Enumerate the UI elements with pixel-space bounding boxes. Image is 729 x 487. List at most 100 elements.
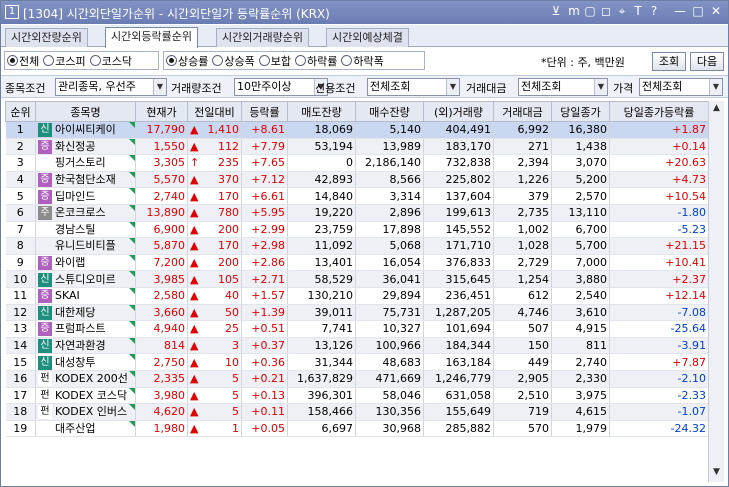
window-title: [1304] 시간외단일가순위 - 시간외단일가 등락률순위 (KRX) bbox=[23, 7, 330, 21]
stock-badge: 펀 bbox=[38, 372, 52, 387]
radio-sort-rise-amount[interactable]: 상승폭 bbox=[212, 53, 255, 69]
scroll-up-icon[interactable]: ▲ bbox=[711, 103, 722, 113]
tab-afterhours-rate[interactable]: 시간외등락률순위 bbox=[105, 27, 198, 48]
col-header-bid[interactable]: 매수잔량 bbox=[355, 101, 424, 122]
corner-marker-icon bbox=[129, 138, 135, 145]
col-header-close-rate[interactable]: 당일종가등락률 bbox=[609, 101, 709, 122]
tab-afterhours-expected[interactable]: 시간외예상체결 bbox=[326, 28, 409, 47]
cell-close: 811 bbox=[551, 337, 610, 355]
pin-icon[interactable]: ⌖ bbox=[615, 4, 629, 19]
cell-amount: 6,992 bbox=[493, 121, 552, 139]
minimize-icon[interactable]: — bbox=[673, 4, 687, 18]
radio-sort-fall-rate[interactable]: 하락률 bbox=[295, 53, 337, 69]
stock-name: 대주산업 bbox=[55, 421, 96, 435]
col-header-ask[interactable]: 매도잔량 bbox=[287, 101, 356, 122]
stock-name: 스튜디오미르 bbox=[55, 272, 116, 286]
cell-volume: 171,710 bbox=[423, 237, 494, 255]
radio-sort-fall-amount[interactable]: 하락폭 bbox=[341, 53, 384, 69]
volume-condition-select[interactable]: 10만주이상 ▼ bbox=[234, 78, 328, 96]
table-row[interactable]: 13 증 프럼파스트 4,940 ▲ 25 +0.51 7,741 10,327 101,694 5… bbox=[5, 320, 709, 338]
col-header-change[interactable]: 전일대비 bbox=[187, 101, 242, 122]
cell-close-rate: +1.87 bbox=[609, 121, 709, 139]
radio-market-kospi[interactable]: 코스피 bbox=[43, 53, 86, 69]
credit-condition-select[interactable]: 전체조회 ▼ bbox=[367, 78, 460, 96]
table-row[interactable]: 6 주 온코크로스 13,890 ▲ 780 +5.95 19,220 2,896 199,613… bbox=[5, 204, 709, 222]
title-bar[interactable]: 1 [1304] 시간외단일가순위 - 시간외단일가 등락률순위 (KRX) ⊻… bbox=[1, 1, 728, 24]
tab-afterhours-volume[interactable]: 시간외거래량순위 bbox=[216, 28, 309, 47]
cell-bid: 130,356 bbox=[355, 403, 424, 421]
table-row[interactable]: 7 경남스틸 6,900 ▲ 200 +2.99 23,759 17,898 145,552 1,… bbox=[5, 221, 709, 239]
table-row[interactable]: 4 증 한국첨단소재 5,570 ▲ 370 +7.12 42,893 8,566 225,802… bbox=[5, 171, 709, 189]
cell-bid: 36,041 bbox=[355, 270, 424, 288]
cell-bid: 5,140 bbox=[355, 121, 424, 139]
radio-market-all[interactable]: 전체 bbox=[7, 53, 39, 69]
radio-sort-rise-rate[interactable]: 상승률 bbox=[166, 53, 208, 69]
table-row[interactable]: 5 증 딥마인드 2,740 ▲ 170 +6.61 14,840 3,314 137,604 37… bbox=[5, 187, 709, 205]
table-row[interactable]: 1 신 아이씨티케이 17,790 ▲ 1,410 +8.61 18,069 5,140 404,… bbox=[5, 121, 709, 139]
amount-select[interactable]: 전체조회 ▼ bbox=[518, 78, 608, 96]
table-row[interactable]: 18 펀 KODEX 인버스 4,620 ▲ 5 +0.11 158,466 130,356 15… bbox=[5, 403, 709, 421]
table-row[interactable]: 8 유니드비티플 5,870 ▲ 170 +2.98 11,092 5,068 171,710 1… bbox=[5, 237, 709, 255]
col-header-rate[interactable]: 등락률 bbox=[241, 101, 288, 122]
cell-change: ▲ 200 bbox=[187, 254, 242, 272]
col-header-volume[interactable]: (외)거래량 bbox=[423, 101, 494, 122]
col-header-close[interactable]: 당일종가 bbox=[551, 101, 610, 122]
table-row[interactable]: 15 신 대성창투 2,750 ▲ 10 +0.36 31,344 48,683 163,184 4… bbox=[5, 353, 709, 371]
table-row[interactable]: 19 대주산업 1,980 ▲ 1 +0.05 6,697 30,968 285,882 570 1… bbox=[5, 420, 709, 438]
cell-name: 증 와이랩 bbox=[35, 254, 136, 272]
radio-market-kosdaq[interactable]: 코스닥 bbox=[89, 53, 132, 69]
table-row[interactable]: 10 신 스튜디오미르 3,985 ▲ 105 +2.71 58,529 36,041 315,6… bbox=[5, 270, 709, 288]
cell-close: 3,070 bbox=[551, 154, 610, 172]
up-triangle-icon: ▲ bbox=[190, 256, 199, 270]
cell-amount: 612 bbox=[493, 287, 552, 305]
cell-volume: 285,882 bbox=[423, 420, 494, 438]
table-row[interactable]: 3 핑거스토리 3,305 ↑ 235 +7.65 0 2,186,140 732,838 2,3… bbox=[5, 154, 709, 172]
price-select[interactable]: 전체조회 ▼ bbox=[639, 78, 723, 96]
tab-afterhours-remaining[interactable]: 시간외잔량순위 bbox=[5, 28, 88, 47]
vertical-scrollbar[interactable]: ▲ ▼ bbox=[708, 101, 724, 482]
col-header-rank[interactable]: 순위 bbox=[5, 101, 36, 122]
memo-icon[interactable]: m bbox=[567, 4, 581, 18]
table-row[interactable]: 9 증 와이랩 7,200 ▲ 200 +2.86 13,401 16,054 376,833 2,… bbox=[5, 254, 709, 272]
cell-bid: 2,896 bbox=[355, 204, 424, 222]
stock-badge: 증 bbox=[38, 256, 52, 270]
cell-change: ▲ 370 bbox=[187, 171, 242, 189]
cell-change: ▲ 1 bbox=[187, 420, 242, 438]
table-row[interactable]: 2 증 화신정공 1,550 ▲ 112 +7.79 53,194 13,989 183,170 2… bbox=[5, 138, 709, 156]
query-button[interactable]: 조회 bbox=[652, 52, 686, 71]
copy-window-icon[interactable]: ▢ bbox=[583, 4, 597, 18]
change-value: 3 bbox=[232, 339, 239, 353]
link-dropdown-icon[interactable]: ⊻ bbox=[549, 4, 563, 18]
table-row[interactable]: 16 펀 KODEX 200선 2,335 ▲ 5 +0.21 1,637,829 471,66… bbox=[5, 370, 709, 388]
stock-badge: 증 bbox=[38, 173, 52, 187]
close-icon[interactable]: ✕ bbox=[709, 4, 723, 18]
new-window-icon[interactable]: ◻ bbox=[599, 4, 613, 18]
cell-price: 7,200 bbox=[135, 254, 188, 272]
table-row[interactable]: 14 신 자연과환경 814 ▲ 3 +0.37 13,126 100,966 184,344 15… bbox=[5, 337, 709, 355]
scroll-down-icon[interactable]: ▼ bbox=[711, 467, 722, 477]
table-row[interactable]: 11 증 SKAI 2,580 ▲ 40 +1.57 130,210 29,894 236,451… bbox=[5, 287, 709, 305]
stock-badge: 주 bbox=[38, 206, 52, 221]
col-header-amount[interactable]: 거래대금 bbox=[493, 101, 552, 122]
font-size-icon[interactable]: T bbox=[631, 4, 645, 18]
ranking-table[interactable]: 순위 종목명 현재가 전일대비 등락률 매도잔량 매수잔량 (외)거래량 거래대… bbox=[5, 101, 709, 438]
table-row[interactable]: 17 펀 KODEX 코스닥 3,980 ▲ 5 +0.13 396,301 58,046 631… bbox=[5, 387, 709, 405]
stock-badge: 증 bbox=[38, 189, 52, 204]
stock-name: 아이씨티케이 bbox=[55, 123, 116, 137]
cell-bid: 30,968 bbox=[355, 420, 424, 438]
col-header-name[interactable]: 종목명 bbox=[35, 101, 136, 122]
cell-volume: 137,604 bbox=[423, 187, 494, 205]
stock-condition-select[interactable]: 관리종목, 우선주 ▼ bbox=[55, 78, 167, 96]
cell-close: 2,740 bbox=[551, 353, 610, 371]
table-row[interactable]: 12 신 대한제당 3,660 ▲ 50 +1.39 39,011 75,731 1,287,20… bbox=[5, 304, 709, 322]
stock-name: KODEX 200선 bbox=[55, 372, 128, 386]
cell-close-rate: +10.54 bbox=[609, 187, 709, 205]
radio-sort-flat[interactable]: 보합 bbox=[258, 53, 291, 69]
cell-volume: 1,287,205 bbox=[423, 304, 494, 322]
help-icon[interactable]: ? bbox=[647, 4, 661, 18]
cell-rate: +2.71 bbox=[241, 270, 288, 288]
maximize-icon[interactable]: □ bbox=[691, 4, 705, 18]
cell-ask: 13,401 bbox=[287, 254, 356, 272]
next-button[interactable]: 다음 bbox=[690, 52, 724, 71]
col-header-price[interactable]: 현재가 bbox=[135, 101, 188, 122]
